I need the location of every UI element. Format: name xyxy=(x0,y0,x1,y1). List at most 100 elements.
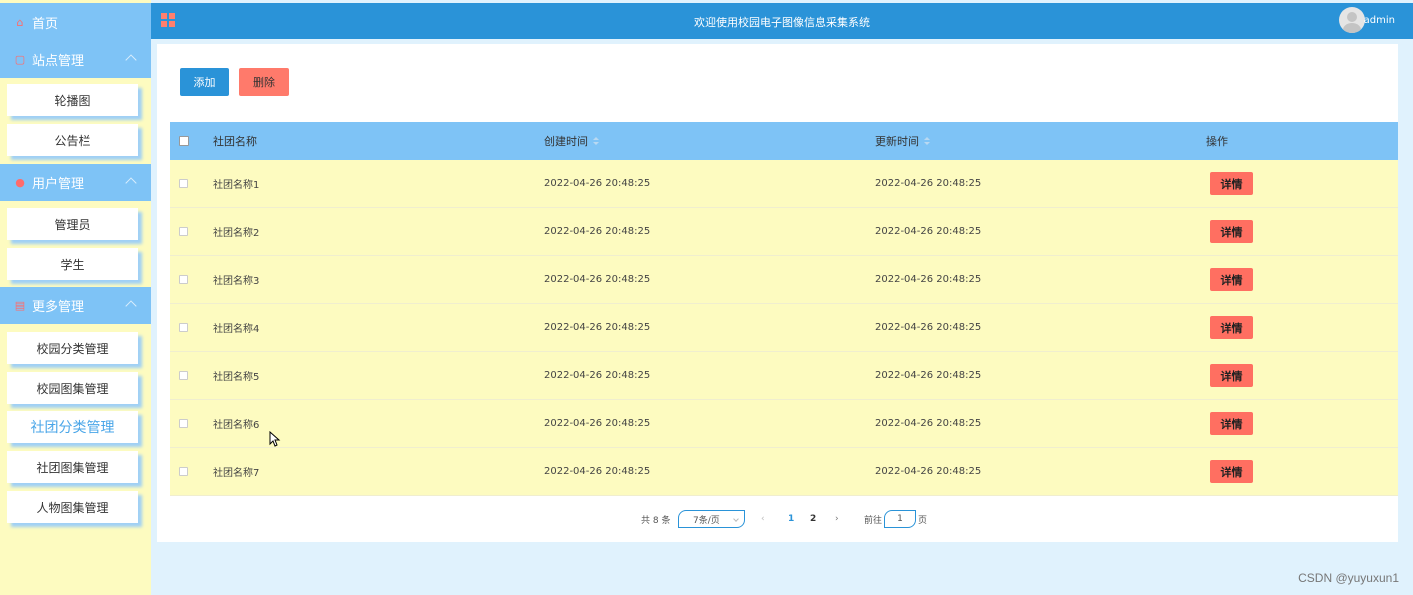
cell-updated: 2022-04-26 20:48:25 xyxy=(875,466,982,477)
chevron-up-icon xyxy=(125,300,137,312)
next-page-icon[interactable]: › xyxy=(835,510,839,528)
sidebar-item-label: 校园分类管理 xyxy=(36,341,109,356)
sidebar-group-users[interactable]: ● 用户管理 xyxy=(0,164,151,201)
sidebar-group-site[interactable]: ▢ 站点管理 xyxy=(0,41,151,78)
row-checkbox[interactable] xyxy=(179,179,188,188)
sidebar-item-campus-category[interactable]: 校园分类管理 xyxy=(7,332,138,364)
prev-page-icon[interactable]: ‹ xyxy=(761,510,765,528)
column-header-created[interactable]: 创建时间 xyxy=(544,122,599,160)
chevron-up-icon xyxy=(125,177,137,189)
pagination: 共 8 条 7条/页 ‹ 1 2 › 前往 1 页 xyxy=(157,510,1398,530)
column-header-updated[interactable]: 更新时间 xyxy=(875,122,930,160)
sidebar-item-student[interactable]: 学生 xyxy=(7,248,138,280)
sidebar-group-more[interactable]: ▤ 更多管理 xyxy=(0,287,151,324)
sidebar-item-notice[interactable]: 公告栏 xyxy=(7,124,138,156)
cell-actions: 详情 xyxy=(1206,352,1253,399)
cell-actions: 详情 xyxy=(1206,208,1253,255)
top-bar: 欢迎使用校园电子图像信息采集系统 admin xyxy=(151,3,1413,39)
table-body: 社团名称1 2022-04-26 20:48:25 2022-04-26 20:48… xyxy=(170,160,1398,496)
cell-created: 2022-04-26 20:48:25 xyxy=(544,418,651,429)
row-checkbox-cell xyxy=(179,304,188,351)
goto-label: 前往 xyxy=(864,515,883,526)
sidebar-item-admin[interactable]: 管理员 xyxy=(7,208,138,240)
row-checkbox[interactable] xyxy=(179,419,188,428)
main-panel: 添加 删除 社团名称 创建时间 更新时间 操作 社团名称1 2022-04-26 … xyxy=(157,44,1398,542)
detail-button[interactable]: 详情 xyxy=(1210,172,1253,195)
cell-name: 社团名称6 xyxy=(213,420,260,431)
row-checkbox[interactable] xyxy=(179,275,188,284)
cell-updated: 2022-04-26 20:48:25 xyxy=(875,178,982,189)
table-row: 社团名称4 2022-04-26 20:48:25 2022-04-26 20:48… xyxy=(170,304,1398,352)
sidebar-item-label: 公告栏 xyxy=(54,133,91,148)
column-header-name: 社团名称 xyxy=(213,135,257,148)
sidebar-item-club-category[interactable]: 社团分类管理 xyxy=(7,411,138,443)
table-row: 社团名称1 2022-04-26 20:48:25 2022-04-26 20:48… xyxy=(170,160,1398,208)
cell-created: 2022-04-26 20:48:25 xyxy=(544,370,651,381)
page-size-select[interactable]: 7条/页 xyxy=(678,510,745,528)
detail-button[interactable]: 详情 xyxy=(1210,412,1253,435)
sidebar-item-label: 轮播图 xyxy=(54,93,91,108)
row-checkbox[interactable] xyxy=(179,323,188,332)
row-checkbox[interactable] xyxy=(179,227,188,236)
cell-updated: 2022-04-26 20:48:25 xyxy=(875,226,982,237)
page-title: 欢迎使用校园电子图像信息采集系统 xyxy=(694,16,870,29)
sidebar-home-label: 首页 xyxy=(32,16,59,32)
table-row: 社团名称3 2022-04-26 20:48:25 2022-04-26 20:48… xyxy=(170,256,1398,304)
chevron-down-icon xyxy=(733,516,739,522)
sidebar: ⌂ 首页 ▢ 站点管理 轮播图 公告栏 ● 用户管理 管理员 学生 ▤ 更多管理… xyxy=(0,0,151,595)
header-checkbox-cell xyxy=(179,122,189,160)
delete-button[interactable]: 删除 xyxy=(239,68,289,96)
page-number[interactable]: 1 xyxy=(788,510,794,528)
watermark: CSDN @yuyuxun1 xyxy=(1298,571,1399,585)
cell-updated: 2022-04-26 20:48:25 xyxy=(875,274,982,285)
detail-button[interactable]: 详情 xyxy=(1210,316,1253,339)
cell-created: 2022-04-26 20:48:25 xyxy=(544,322,651,333)
page-size-value: 7条/页 xyxy=(693,515,720,526)
sidebar-group-label: 更多管理 xyxy=(32,300,85,315)
sidebar-item-label: 社团图集管理 xyxy=(36,460,109,475)
detail-button[interactable]: 详情 xyxy=(1210,460,1253,483)
cell-created: 2022-04-26 20:48:25 xyxy=(544,274,651,285)
avatar[interactable] xyxy=(1339,7,1365,33)
cell-name: 社团名称2 xyxy=(213,228,260,239)
detail-button[interactable]: 详情 xyxy=(1210,364,1253,387)
chevron-up-icon xyxy=(125,54,137,66)
select-all-checkbox[interactable] xyxy=(179,136,189,146)
page-number[interactable]: 2 xyxy=(810,510,816,528)
sidebar-item-label: 校园图集管理 xyxy=(36,381,109,396)
table-header: 社团名称 创建时间 更新时间 操作 xyxy=(170,122,1398,160)
cell-name: 社团名称7 xyxy=(213,468,260,479)
page-suffix: 页 xyxy=(918,515,928,526)
username[interactable]: admin xyxy=(1364,15,1395,26)
sort-icon[interactable] xyxy=(924,137,930,145)
sidebar-item-people-gallery[interactable]: 人物图集管理 xyxy=(7,491,138,523)
sort-icon[interactable] xyxy=(593,137,599,145)
column-header-actions: 操作 xyxy=(1206,135,1228,148)
user-icon: ● xyxy=(15,176,25,189)
cell-updated: 2022-04-26 20:48:25 xyxy=(875,370,982,381)
sidebar-item-campus-gallery[interactable]: 校园图集管理 xyxy=(7,372,138,404)
table-row: 社团名称2 2022-04-26 20:48:25 2022-04-26 20:48… xyxy=(170,208,1398,256)
sidebar-item-carousel[interactable]: 轮播图 xyxy=(7,84,138,116)
detail-button[interactable]: 详情 xyxy=(1210,220,1253,243)
cell-updated: 2022-04-26 20:48:25 xyxy=(875,418,982,429)
cell-created: 2022-04-26 20:48:25 xyxy=(544,466,651,477)
cell-actions: 详情 xyxy=(1206,160,1253,207)
cell-created: 2022-04-26 20:48:25 xyxy=(544,226,651,237)
cell-updated: 2022-04-26 20:48:25 xyxy=(875,322,982,333)
sidebar-group-label: 用户管理 xyxy=(32,177,85,192)
row-checkbox[interactable] xyxy=(179,467,188,476)
add-button[interactable]: 添加 xyxy=(180,68,229,96)
row-checkbox[interactable] xyxy=(179,371,188,380)
cell-actions: 详情 xyxy=(1206,256,1253,303)
total-count: 共 8 条 xyxy=(641,515,671,526)
row-checkbox-cell xyxy=(179,256,188,303)
detail-button[interactable]: 详情 xyxy=(1210,268,1253,291)
cell-actions: 详情 xyxy=(1206,304,1253,351)
row-checkbox-cell xyxy=(179,400,188,447)
goto-page-input[interactable]: 1 xyxy=(884,510,916,528)
data-table: 社团名称 创建时间 更新时间 操作 社团名称1 2022-04-26 20:48:… xyxy=(170,122,1398,496)
sidebar-item-club-gallery[interactable]: 社团图集管理 xyxy=(7,451,138,483)
cell-actions: 详情 xyxy=(1206,448,1253,495)
sidebar-home[interactable]: ⌂ 首页 xyxy=(0,3,151,41)
